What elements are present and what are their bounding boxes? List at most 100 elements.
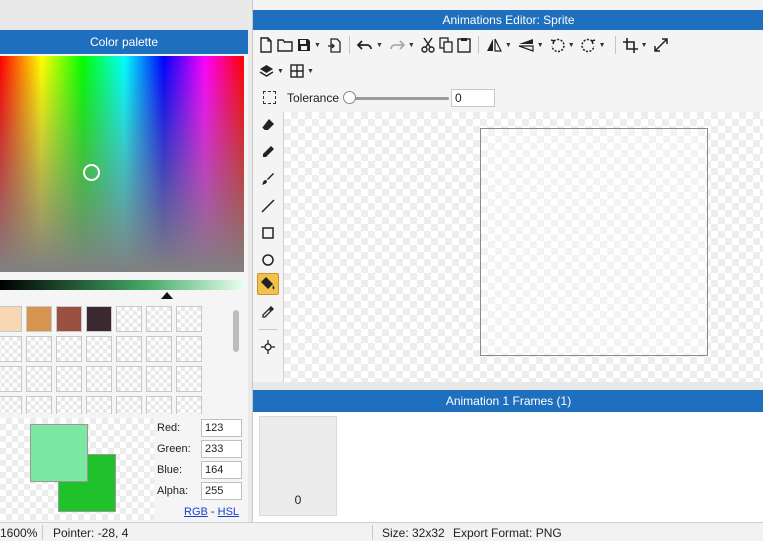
pencil-icon[interactable] (257, 141, 279, 163)
zoom-level: 1600% (0, 526, 38, 540)
sprite-bounds[interactable] (480, 128, 708, 356)
frames-title: Animation 1 Frames (1) (253, 390, 763, 412)
flip-horizontal-icon[interactable] (484, 34, 504, 56)
color-preview (0, 418, 154, 520)
rgb-mode-link[interactable]: RGB (184, 506, 208, 518)
spectrum-picker-handle[interactable] (83, 164, 100, 181)
export-icon[interactable] (325, 34, 344, 56)
red-label: Red: (157, 422, 181, 434)
tool-palette (255, 112, 281, 382)
frame-number: 0 (294, 493, 302, 507)
color-swatch[interactable] (0, 306, 22, 332)
primary-color-swatch[interactable] (30, 424, 88, 482)
rectangle-icon[interactable] (257, 222, 279, 244)
resize-icon[interactable] (652, 34, 670, 56)
swatch-scrollbar[interactable] (233, 310, 239, 352)
layers-icon[interactable] (257, 60, 276, 82)
layers-dropdown-icon[interactable]: ▼ (277, 68, 284, 75)
empty-swatch[interactable] (116, 366, 142, 392)
empty-swatch[interactable] (56, 336, 82, 362)
empty-swatch[interactable] (116, 336, 142, 362)
crop-dropdown-icon[interactable]: ▼ (641, 42, 648, 49)
empty-swatch[interactable] (56, 396, 82, 414)
toolbar-divider (614, 36, 616, 54)
status-bar: 1600% Pointer: -28, 4 Size: 32x32 Export… (0, 522, 763, 541)
empty-swatch[interactable] (176, 396, 202, 414)
green-row: Green: 233 (156, 439, 248, 460)
redo-icon[interactable] (387, 34, 407, 56)
color-swatch[interactable] (86, 306, 112, 332)
fill-bucket-icon[interactable] (257, 273, 279, 295)
rgba-fields: Red: 123 Green: 233 Blue: 164 Alpha: 255 (156, 418, 248, 502)
green-field[interactable]: 233 (201, 440, 242, 458)
tone-slider-marker[interactable] (161, 292, 173, 299)
empty-swatch[interactable] (86, 336, 112, 362)
open-folder-icon[interactable] (275, 34, 295, 56)
empty-swatch[interactable] (86, 366, 112, 392)
eyedropper-icon[interactable] (257, 301, 279, 323)
empty-swatch[interactable] (176, 336, 202, 362)
selection-icon[interactable] (263, 91, 276, 104)
flip-vertical-icon[interactable] (516, 34, 536, 56)
empty-swatch[interactable] (0, 396, 22, 414)
drawing-canvas[interactable] (283, 112, 763, 382)
color-spectrum[interactable] (0, 56, 244, 272)
swatch-list (0, 306, 232, 414)
empty-swatch[interactable] (86, 396, 112, 414)
empty-swatch[interactable] (146, 366, 172, 392)
alpha-field[interactable]: 255 (201, 482, 242, 500)
empty-swatch[interactable] (0, 366, 22, 392)
crop-icon[interactable] (621, 34, 640, 56)
move-origin-icon[interactable] (257, 336, 279, 358)
cut-icon[interactable] (419, 34, 437, 56)
empty-swatch[interactable] (146, 306, 172, 332)
save-icon[interactable] (295, 34, 313, 56)
empty-swatch[interactable] (26, 396, 52, 414)
empty-swatch[interactable] (56, 366, 82, 392)
undo-icon[interactable] (355, 34, 375, 56)
copy-icon[interactable] (437, 34, 455, 56)
tone-slider[interactable] (0, 280, 244, 290)
empty-swatch[interactable] (116, 306, 142, 332)
rotate-left-dropdown-icon[interactable]: ▼ (568, 42, 575, 49)
save-dropdown-icon[interactable]: ▼ (314, 42, 321, 49)
ellipse-icon[interactable] (257, 249, 279, 271)
frame-thumbnail[interactable]: 0 (259, 416, 337, 516)
line-icon[interactable] (257, 195, 279, 217)
blue-label: Blue: (157, 464, 183, 476)
blue-field[interactable]: 164 (201, 461, 242, 479)
empty-swatch[interactable] (146, 336, 172, 362)
rotate-right-icon[interactable] (579, 34, 598, 56)
tolerance-row: Tolerance 0 (257, 88, 557, 110)
brush-icon[interactable] (257, 168, 279, 190)
empty-swatch[interactable] (26, 336, 52, 362)
empty-swatch[interactable] (176, 306, 202, 332)
undo-dropdown-icon[interactable]: ▼ (376, 42, 383, 49)
grid-icon[interactable] (288, 60, 306, 82)
color-swatch[interactable] (56, 306, 82, 332)
flip-v-dropdown-icon[interactable]: ▼ (537, 42, 544, 49)
empty-swatch[interactable] (26, 366, 52, 392)
toolbar-divider (348, 36, 350, 54)
new-file-icon[interactable] (257, 34, 275, 56)
grid-dropdown-icon[interactable]: ▼ (307, 68, 314, 75)
tool-divider (258, 329, 278, 330)
hsl-mode-link[interactable]: HSL (218, 506, 239, 518)
redo-dropdown-icon[interactable]: ▼ (408, 42, 415, 49)
rotate-right-dropdown-icon[interactable]: ▼ (599, 42, 606, 49)
empty-swatch[interactable] (0, 336, 22, 362)
empty-swatch[interactable] (116, 396, 142, 414)
flip-h-dropdown-icon[interactable]: ▼ (505, 42, 512, 49)
panel-top-strip (0, 0, 248, 30)
eraser-icon[interactable] (257, 114, 279, 136)
red-field[interactable]: 123 (201, 419, 242, 437)
tolerance-field[interactable]: 0 (451, 89, 495, 107)
editor-title: Animations Editor: Sprite (253, 10, 763, 30)
tolerance-slider[interactable] (349, 97, 449, 100)
paste-icon[interactable] (455, 34, 473, 56)
color-swatch[interactable] (26, 306, 52, 332)
tolerance-slider-handle[interactable] (343, 91, 356, 104)
empty-swatch[interactable] (146, 396, 172, 414)
rotate-left-icon[interactable] (548, 34, 567, 56)
empty-swatch[interactable] (176, 366, 202, 392)
